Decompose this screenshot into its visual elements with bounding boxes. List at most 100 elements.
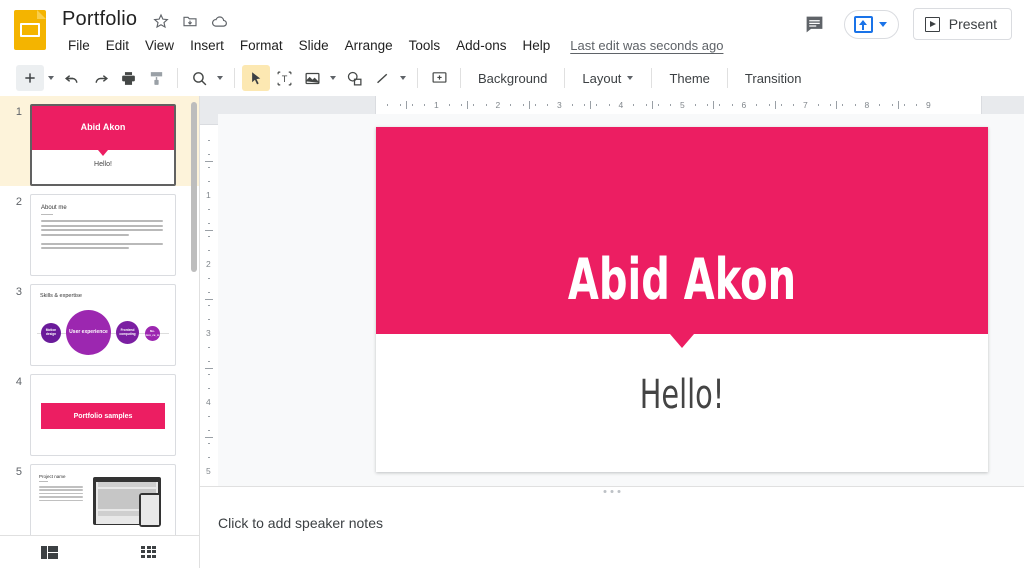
ruler-tick xyxy=(473,104,475,106)
ruler-tick-half xyxy=(528,101,530,109)
comment-icon[interactable] xyxy=(800,9,830,39)
ruler-tick xyxy=(879,104,881,106)
share-button[interactable] xyxy=(843,9,899,39)
slide-subtitle[interactable]: Hello! xyxy=(437,372,927,418)
filmstrip-view-button[interactable] xyxy=(0,536,100,568)
filmstrip-slide-3[interactable]: 3 Skills & expertise Motion design User … xyxy=(0,276,199,366)
thumb3-bubble-3: Frontend computing xyxy=(116,321,139,344)
filmstrip-slide-1[interactable]: 1 Abid Akon Hello! xyxy=(0,96,199,186)
slide-filmstrip-panel[interactable]: 1 Abid Akon Hello! 2 About me 3 Skills &… xyxy=(0,96,200,535)
ruler-tick xyxy=(208,236,210,238)
filmstrip-slide-4[interactable]: 4 Portfolio samples xyxy=(0,366,199,456)
menu-item-insert[interactable]: Insert xyxy=(182,36,232,55)
ruler-tick xyxy=(387,104,389,106)
line-button[interactable] xyxy=(368,65,396,91)
slide-thumbnail[interactable]: Portfolio samples xyxy=(30,374,176,456)
select-tool-button[interactable] xyxy=(242,65,270,91)
slide-number: 2 xyxy=(15,196,22,208)
ruler-tick xyxy=(694,104,696,106)
document-title[interactable]: Portfolio xyxy=(62,8,137,31)
ruler-tick xyxy=(208,139,210,141)
menu-item-addons[interactable]: Add-ons xyxy=(448,36,514,55)
active-slide[interactable]: Abid Akon Hello! xyxy=(376,127,988,472)
menu-item-help[interactable]: Help xyxy=(514,36,558,55)
ruler-tick xyxy=(817,104,819,106)
slide-thumbnail[interactable]: About me xyxy=(30,194,176,276)
slide-title[interactable]: Abid Akon xyxy=(443,247,920,313)
slide-thumbnail[interactable]: Abid Akon Hello! xyxy=(30,104,176,186)
menu-item-slide[interactable]: Slide xyxy=(291,36,337,55)
zoom-chevron-down-icon[interactable] xyxy=(213,65,227,91)
slide-thumbnail[interactable]: Project name xyxy=(30,464,176,535)
paint-format-button[interactable] xyxy=(142,65,170,91)
ruler-tick-label: 6 xyxy=(741,100,747,110)
slide-thumbnail[interactable]: Skills & expertise Motion design User ex… xyxy=(30,284,176,366)
text-box-button[interactable]: T xyxy=(270,65,298,91)
thumb1-title: Abid Akon xyxy=(80,122,126,132)
ruler-tick-label: 7 xyxy=(803,100,808,110)
new-slide-chevron-down-icon[interactable] xyxy=(44,65,58,91)
ruler-tick xyxy=(208,457,210,459)
ruler-tick xyxy=(854,104,856,106)
thumb2-body-lines xyxy=(41,220,163,252)
ruler-tick xyxy=(208,415,210,417)
image-chevron-down-icon[interactable] xyxy=(326,65,340,91)
transition-button[interactable]: Transition xyxy=(735,67,812,90)
cloud-saved-icon[interactable] xyxy=(210,12,228,30)
toolbar: T Background Layout Theme Transition xyxy=(0,60,1024,96)
slide-canvas-area[interactable]: 1 2 3 4 5 6 7 8 9 1 2 3 4 5 Abid Akon Hello! xyxy=(200,96,1024,504)
speaker-notes-placeholder[interactable]: Click to add speaker notes xyxy=(218,515,383,531)
present-play-icon xyxy=(924,16,940,32)
line-chevron-down-icon[interactable] xyxy=(396,65,410,91)
background-button[interactable]: Background xyxy=(468,67,557,90)
menu-item-file[interactable]: File xyxy=(60,36,98,55)
filmstrip-slide-2[interactable]: 2 About me xyxy=(0,186,199,276)
redo-button[interactable] xyxy=(86,65,114,91)
logo-inner-shape xyxy=(20,23,40,37)
menu-item-arrange[interactable]: Arrange xyxy=(337,36,401,55)
last-edit-status[interactable]: Last edit was seconds ago xyxy=(570,38,723,53)
shape-button[interactable] xyxy=(340,65,368,91)
undo-button[interactable] xyxy=(58,65,86,91)
ruler-tick xyxy=(208,277,210,279)
ruler-tick xyxy=(208,360,210,362)
thumb3-bubble-4: Mo-tion_ce_ic xyxy=(145,326,160,341)
ruler-tick-label: 5 xyxy=(206,466,211,476)
ruler-tick xyxy=(411,104,413,106)
grid-view-icon xyxy=(141,545,157,559)
layout-button[interactable]: Layout xyxy=(572,61,644,95)
zoom-button[interactable] xyxy=(185,65,213,91)
ruler-tick xyxy=(547,104,549,106)
svg-text:T: T xyxy=(281,74,287,84)
print-button[interactable] xyxy=(114,65,142,91)
ruler-tick xyxy=(633,104,635,106)
move-to-folder-icon[interactable] xyxy=(181,12,199,30)
speaker-notes-panel[interactable]: Click to add speaker notes xyxy=(200,486,1024,568)
layout-button-label: Layout xyxy=(582,70,622,86)
layout-chevron-down-icon xyxy=(626,65,634,91)
ruler-tick xyxy=(208,208,210,210)
ruler-tick xyxy=(707,104,709,106)
star-icon[interactable] xyxy=(152,12,170,30)
menu-item-edit[interactable]: Edit xyxy=(98,36,137,55)
ruler-tick xyxy=(584,104,586,106)
present-button[interactable]: Present xyxy=(912,8,1012,40)
insert-image-button[interactable] xyxy=(298,65,326,91)
horizontal-ruler[interactable]: 1 2 3 4 5 6 7 8 9 xyxy=(218,96,1024,114)
add-comment-button[interactable] xyxy=(425,65,453,91)
filmstrip-slide-5[interactable]: 5 Project name xyxy=(0,456,199,535)
grid-view-button[interactable] xyxy=(100,536,200,568)
menu-item-tools[interactable]: Tools xyxy=(401,36,449,55)
slide-number: 5 xyxy=(15,466,22,478)
ruler-tick-label: 8 xyxy=(864,100,870,110)
new-slide-button[interactable] xyxy=(16,65,44,91)
menu-item-format[interactable]: Format xyxy=(232,36,291,55)
google-slides-logo-icon[interactable] xyxy=(14,10,46,50)
vertical-ruler[interactable]: 1 2 3 4 5 xyxy=(200,114,218,504)
menu-item-view[interactable]: View xyxy=(137,36,182,55)
toolbar-divider xyxy=(177,68,178,88)
drag-handle-dots-icon[interactable] xyxy=(603,490,621,493)
ruler-tick-half xyxy=(405,101,407,109)
theme-button[interactable]: Theme xyxy=(659,67,719,90)
filmstrip-scrollbar[interactable] xyxy=(191,102,197,272)
